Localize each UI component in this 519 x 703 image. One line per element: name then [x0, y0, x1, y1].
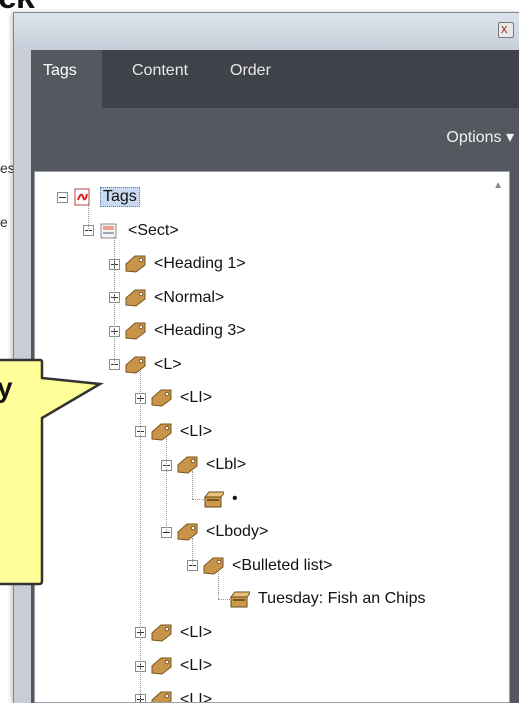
tree-node-label: <LI> [178, 624, 214, 642]
tree-node-label: <L> [152, 356, 184, 374]
tree-node-label: <Normal> [152, 289, 226, 307]
callout-text-fragment: y [0, 372, 13, 404]
tag-icon [176, 456, 204, 474]
tree-node[interactable]: Tuesday: Fish an Chips [213, 588, 427, 610]
chevron-down-icon: ▾ [506, 129, 514, 146]
tree-node[interactable]: <LI> [135, 387, 214, 409]
tree-connector [192, 499, 206, 500]
tag-icon [150, 657, 178, 675]
tree-area: ▲ Tags <Sect> <Heading 1> <Normal> <Heading … [31, 166, 519, 703]
tab-tags[interactable]: Tags [31, 50, 102, 108]
tree-node[interactable]: <Heading 3> [109, 320, 248, 342]
tree-node-label: <Heading 3> [152, 322, 248, 340]
tag-icon [124, 289, 152, 307]
tag-icon [124, 255, 152, 273]
tag-icon [150, 423, 178, 441]
tree-node-label: <LI> [178, 691, 214, 703]
tab-content[interactable]: Content [132, 62, 188, 80]
tab-order[interactable]: Order [230, 62, 271, 80]
tree-node-label: <Bulleted list> [230, 557, 335, 575]
tree-node-label: <Heading 1> [152, 255, 248, 273]
tag-icon [202, 557, 230, 575]
close-icon: x [501, 21, 508, 36]
tree-node-label: Tuesday: Fish an Chips [256, 590, 427, 608]
tree-node[interactable]: <LI> [135, 622, 214, 644]
tree-node-label: <LI> [178, 657, 214, 675]
scroll-up-icon[interactable]: ▲ [493, 180, 503, 191]
tree-node[interactable]: <Bulleted list> [187, 555, 335, 577]
tag-icon [150, 624, 178, 642]
tree-connector [192, 538, 193, 566]
tab-label: Tags [43, 62, 77, 80]
tag-icon [124, 322, 152, 340]
tree-node-label: <Sect> [126, 222, 181, 240]
tree-node[interactable]: <LI> [135, 421, 214, 443]
collapse-icon[interactable] [57, 192, 68, 203]
tree-node[interactable]: <Sect> [83, 220, 181, 242]
tags-panel: x Tags Content Order Options ▾ ▲ Tags <Se… [13, 12, 519, 703]
tree-node[interactable]: <Normal> [109, 287, 226, 309]
tree-node[interactable]: <Lbl> [161, 454, 248, 476]
tree-connector [114, 237, 115, 365]
tab-strip: Tags Content Order [31, 50, 519, 108]
close-button[interactable]: x [498, 22, 514, 38]
tree-node[interactable]: <LI> [135, 689, 214, 703]
tree-connector [218, 572, 219, 600]
tree-node[interactable]: Tags [57, 186, 140, 208]
content-box-icon [202, 490, 230, 508]
tags-tree[interactable]: ▲ Tags <Sect> <Heading 1> <Normal> <Heading … [34, 171, 510, 703]
tree-node[interactable]: <LI> [135, 655, 214, 677]
options-label: Options [446, 129, 501, 146]
options-bar: Options ▾ [31, 108, 519, 166]
tag-icon [150, 389, 178, 407]
tree-node-label: Tags [100, 187, 140, 207]
pdf-tags-icon [72, 188, 100, 206]
tree-node[interactable]: <Heading 1> [109, 253, 248, 275]
tree-connector [140, 371, 141, 700]
tag-icon [176, 523, 204, 541]
tag-icon [124, 356, 152, 374]
tree-node[interactable]: <Lbody> [161, 521, 270, 543]
tree-node-label: <LI> [178, 389, 214, 407]
tree-node-label: <Lbody> [204, 523, 270, 541]
tree-node[interactable]: <L> [109, 354, 184, 376]
tree-connector [192, 471, 193, 499]
tree-connector [166, 438, 167, 533]
tree-node-label: • [230, 490, 240, 508]
tree-connector [88, 203, 89, 231]
section-icon [98, 222, 126, 240]
tree-node-label: <LI> [178, 423, 214, 441]
tag-icon [150, 691, 178, 703]
tree-connector [218, 599, 232, 600]
panel-titlebar: x [14, 13, 519, 51]
content-box-icon [228, 590, 256, 608]
document-text-fragment: e [0, 214, 8, 230]
options-button[interactable]: Options ▾ [446, 127, 514, 147]
tree-node-label: <Lbl> [204, 456, 248, 474]
